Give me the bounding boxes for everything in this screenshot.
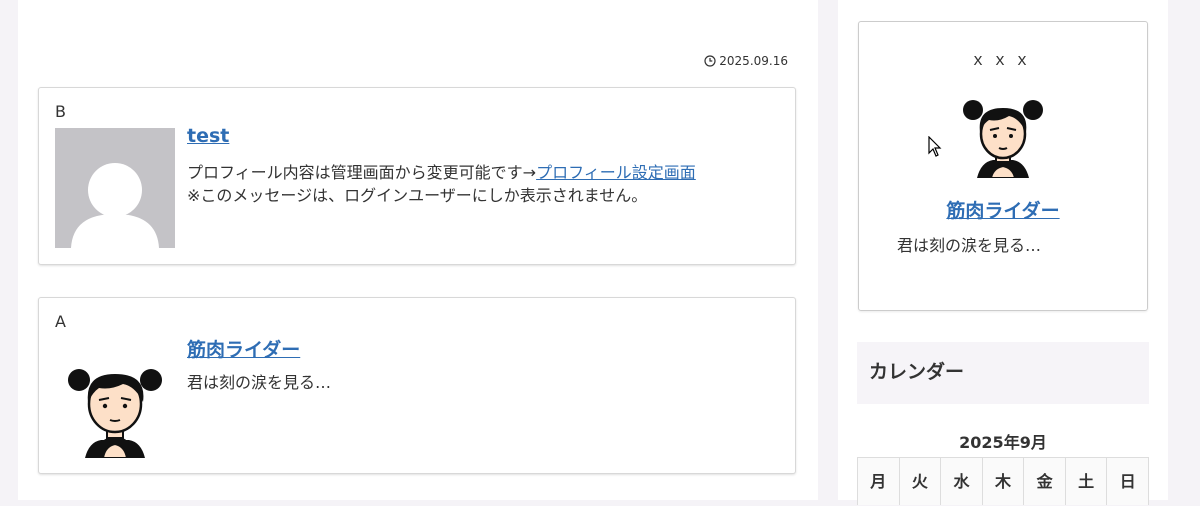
calendar-widget-title: カレンダー [857,342,1149,404]
profile-description: 君は刻の涙を見る… [897,236,1042,255]
author-desc-text: プロフィール内容は管理画面から変更可能です→ [187,163,537,182]
clock-icon [704,55,716,67]
default-avatar-icon [55,128,175,248]
weekday-fri: 金 [1024,458,1066,505]
profile-name-link[interactable]: 筋肉ライダー [859,196,1147,223]
character-avatar [963,100,1043,178]
weekday-wed: 水 [941,458,983,505]
author-desc-text: 君は刻の涙を見る… [187,373,332,392]
author-desc-note: ※このメッセージは、ログインユーザーにしか表示されません。 [187,186,648,205]
weekday-thu: 木 [982,458,1025,505]
author-box: A 筋肉ライダー 君は刻の涙を見る… [38,297,796,474]
author-box-label: B [55,102,66,121]
character-avatar [68,369,162,458]
post-date-text: 2025.09.16 [719,54,788,68]
weekday-sat: 土 [1065,458,1108,505]
profile-widget: ｘｘｘ 筋肉ライダー 君は刻の涙を見る… [858,21,1148,311]
sidebar: ｘｘｘ 筋肉ライダー 君は刻の涙を見る… カレンダー 2025年9月 月 火 水… [838,0,1168,505]
weekday-mon: 月 [858,458,900,505]
author-name-link[interactable]: 筋肉ライダー [187,335,300,362]
main-content: 2025.09.16 B test プロフィール内容は管理画面から変更可能です→… [18,0,818,500]
author-box-label: A [55,312,66,331]
profile-settings-link[interactable]: プロフィール設定画面 [536,163,696,182]
calendar-caption: 2025年9月 [959,433,1047,452]
post-date: 2025.09.16 [704,54,788,68]
mouse-cursor-icon [928,136,942,157]
author-box: B test プロフィール内容は管理画面から変更可能です→プロフィール設定画面 … [38,87,796,265]
calendar-weekday-header: 月 火 水 木 金 土 日 [857,457,1150,505]
author-name-link[interactable]: test [187,125,229,147]
author-description: プロフィール内容は管理画面から変更可能です→プロフィール設定画面 ※このメッセー… [187,161,787,207]
weekday-sun: 日 [1107,458,1150,505]
author-description: 君は刻の涙を見る… [187,371,787,394]
weekday-tue: 火 [899,458,942,505]
profile-widget-title: ｘｘｘ [969,50,1036,69]
